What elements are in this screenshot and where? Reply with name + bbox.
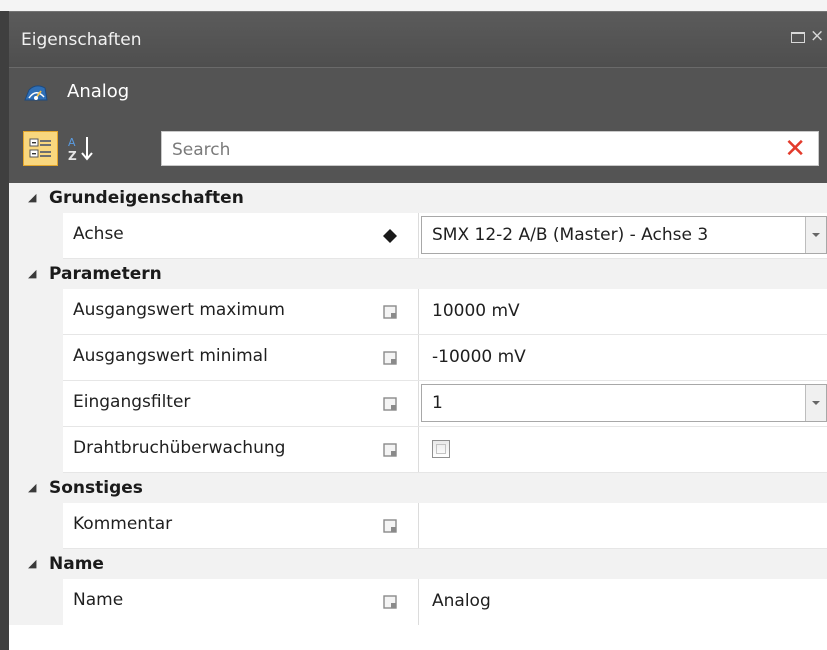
object-name: Analog: [67, 81, 130, 102]
column-divider: [418, 427, 419, 473]
category-label: Grundeigenschaften: [49, 188, 244, 208]
property-name: Eingangsfilter: [73, 392, 191, 412]
property-name: Ausgangswert minimal: [73, 346, 268, 366]
property-value[interactable]: -10000 mV: [432, 347, 526, 367]
property-row-eingangsfilter[interactable]: Eingangsfilter 1: [9, 381, 827, 427]
category-label: Parametern: [49, 264, 162, 284]
edit-marker-icon[interactable]: [380, 592, 400, 612]
property-name: Drahtbruchüberwachung: [73, 438, 286, 458]
edit-marker-icon[interactable]: [380, 440, 400, 460]
clear-x-icon[interactable]: ✕: [784, 135, 806, 163]
expand-triangle-icon[interactable]: ◢: [28, 191, 36, 204]
category-sonstiges[interactable]: ◢ Sonstiges: [9, 473, 827, 503]
property-name: Ausgangswert maximum: [73, 300, 285, 320]
property-name: Name: [73, 590, 124, 610]
row-gutter: [9, 503, 63, 549]
achse-value: SMX 12-2 A/B (Master) - Achse 3: [432, 225, 709, 245]
row-gutter: [9, 381, 63, 427]
top-strip: [0, 0, 827, 11]
property-value[interactable]: 10000 mV: [432, 301, 520, 321]
meter-icon: [24, 85, 48, 101]
column-divider: [418, 289, 419, 335]
eingangsfilter-value: 1: [432, 393, 443, 413]
achse-select[interactable]: SMX 12-2 A/B (Master) - Achse 3: [421, 216, 827, 254]
categorized-view-button[interactable]: [23, 131, 58, 166]
edit-marker-icon[interactable]: [380, 516, 400, 536]
expand-triangle-icon[interactable]: ◢: [28, 557, 36, 570]
property-row-kommentar[interactable]: Kommentar: [9, 503, 827, 549]
close-icon[interactable]: ×: [810, 27, 824, 45]
property-value[interactable]: Analog: [432, 591, 491, 611]
category-label: Name: [49, 554, 104, 574]
properties-panel: Eigenschaften × Analog A Z Search ✕ ◢ Gr…: [9, 11, 827, 650]
alphabetical-sort-button[interactable]: A Z: [64, 131, 99, 166]
panel-titlebar: Eigenschaften ×: [9, 11, 827, 68]
left-border: [0, 11, 9, 650]
category-parametern[interactable]: ◢ Parametern: [9, 259, 827, 289]
property-row-achse[interactable]: Achse SMX 12-2 A/B (Master) - Achse 3: [9, 213, 827, 259]
sort-az-icon: A Z: [68, 136, 93, 163]
row-gutter: [9, 579, 63, 625]
row-gutter: [9, 213, 63, 259]
column-divider: [418, 503, 419, 549]
column-divider: [418, 213, 419, 259]
row-gutter: [9, 335, 63, 381]
column-divider: [418, 381, 419, 427]
expand-triangle-icon[interactable]: ◢: [28, 481, 36, 494]
svg-text:A: A: [68, 136, 76, 149]
edit-marker-icon[interactable]: [380, 394, 400, 414]
search-input[interactable]: [170, 136, 734, 163]
property-name: Kommentar: [73, 514, 173, 534]
property-toolbar: A Z ✕: [9, 117, 827, 183]
category-grundeigenschaften[interactable]: ◢ Grundeigenschaften: [9, 183, 827, 213]
row-gutter: [9, 289, 63, 335]
column-divider: [418, 579, 419, 625]
column-divider: [418, 335, 419, 381]
property-row-ausgangswert-minimal[interactable]: Ausgangswert minimal -10000 mV: [9, 335, 827, 381]
drahtbruch-checkbox[interactable]: [432, 440, 450, 458]
property-row-drahtbruchueberwachung[interactable]: Drahtbruchüberwachung: [9, 427, 827, 473]
object-bar: Analog: [9, 67, 827, 118]
search-box[interactable]: ✕: [161, 131, 819, 166]
eingangsfilter-select[interactable]: 1: [421, 384, 827, 422]
diamond-icon[interactable]: [380, 226, 400, 246]
expand-triangle-icon[interactable]: ◢: [28, 267, 36, 280]
row-gutter: [9, 427, 63, 473]
categorized-view-icon: [29, 138, 51, 158]
chevron-down-icon[interactable]: [805, 385, 826, 421]
restore-window-icon[interactable]: [791, 32, 805, 43]
property-row-name[interactable]: Name Analog: [9, 579, 827, 625]
edit-marker-icon[interactable]: [380, 302, 400, 322]
category-label: Sonstiges: [49, 478, 143, 498]
property-row-ausgangswert-maximum[interactable]: Ausgangswert maximum 10000 mV: [9, 289, 827, 335]
panel-title: Eigenschaften: [21, 30, 142, 50]
svg-text:Z: Z: [68, 149, 77, 163]
edit-marker-icon[interactable]: [380, 348, 400, 368]
category-name[interactable]: ◢ Name: [9, 549, 827, 579]
chevron-down-icon[interactable]: [805, 217, 826, 253]
property-name: Achse: [73, 224, 124, 244]
